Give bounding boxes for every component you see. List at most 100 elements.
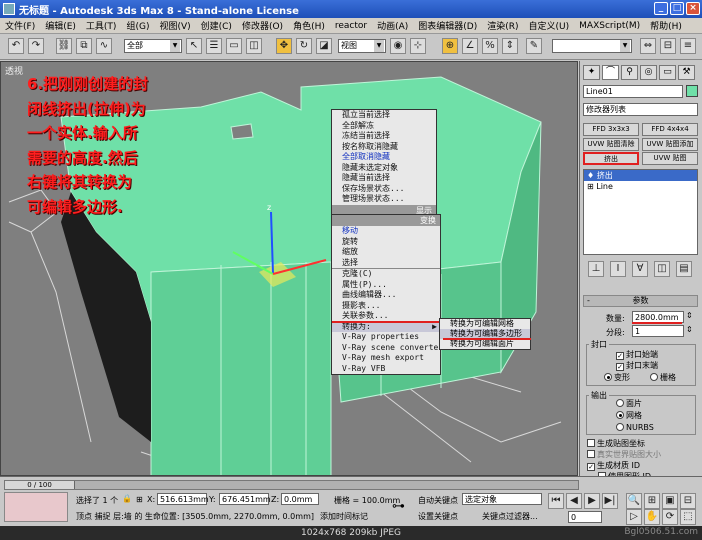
menu-item-manage-scene-states[interactable]: 管理场景状态... xyxy=(332,194,436,205)
snap-toggle-icon[interactable]: ⊕ xyxy=(442,38,458,54)
real-world-map-checkbox[interactable]: 真实世界贴图大小 xyxy=(587,450,661,460)
menu-item-rotate[interactable]: 旋转 xyxy=(332,237,440,248)
window-crossing-icon[interactable]: ◫ xyxy=(246,38,262,54)
object-name-field[interactable]: Line01 xyxy=(583,85,683,98)
morph-radio[interactable]: 变形 xyxy=(604,373,630,383)
cap-start-checkbox[interactable]: ✓ 封口始端 xyxy=(616,350,658,360)
menu-modifiers[interactable]: 修改器(O) xyxy=(237,19,288,32)
menu-views[interactable]: 视图(V) xyxy=(154,19,195,32)
maximize-button[interactable]: □ xyxy=(670,2,684,15)
menu-create[interactable]: 创建(C) xyxy=(196,19,237,32)
uvw-map-add-button[interactable]: UVW 贴图添加 xyxy=(642,138,698,151)
bind-space-warp-icon[interactable]: ∿ xyxy=(96,38,112,54)
zoom-icon[interactable]: 🔍 xyxy=(626,493,642,509)
gen-material-id-checkbox[interactable]: ✓ 生成材质 ID xyxy=(587,461,640,471)
stack-item-line[interactable]: ⊞ Line xyxy=(584,181,697,192)
rotate-icon[interactable]: ↻ xyxy=(296,38,312,54)
grid-radio[interactable]: 栅格 xyxy=(650,373,676,383)
menu-item-convert-patch[interactable]: 转换为可编辑面片 xyxy=(440,339,530,349)
output-nurbs-radio[interactable]: NURBS xyxy=(616,423,654,433)
undo-icon[interactable]: ↶ xyxy=(8,38,24,54)
pin-stack-icon[interactable]: ⊥ xyxy=(588,261,604,277)
play-icon[interactable]: ▶ xyxy=(584,493,600,509)
menu-edit[interactable]: 编辑(E) xyxy=(40,19,81,32)
cap-end-checkbox[interactable]: ✓ 封口末端 xyxy=(616,361,658,371)
show-end-result-icon[interactable]: Ⅰ xyxy=(610,261,626,277)
fov-icon[interactable]: ▷ xyxy=(626,509,642,525)
menu-group[interactable]: 组(G) xyxy=(121,19,154,32)
key-filters-button[interactable]: 关键点过滤器... xyxy=(482,511,538,522)
spinner-snap-icon[interactable]: ⇕ xyxy=(502,38,518,54)
ffd-444-button[interactable]: FFD 4x4x4 xyxy=(642,123,698,136)
named-selection-dropdown[interactable] xyxy=(552,39,632,53)
maximize-viewport-icon[interactable]: ⬚ xyxy=(680,509,696,525)
menu-item-dope-sheet[interactable]: 摄影表... xyxy=(332,301,440,312)
absolute-mode-icon[interactable]: ⊞ xyxy=(136,495,143,504)
menu-item-scale[interactable]: 缩放 xyxy=(332,247,440,258)
uvw-map-button[interactable]: UVW 贴图 xyxy=(642,152,698,165)
move-icon[interactable]: ✥ xyxy=(276,38,292,54)
minimize-button[interactable]: _ xyxy=(654,2,668,15)
extrude-button[interactable]: 挤出 xyxy=(583,152,639,165)
time-slider-thumb[interactable]: 0 / 100 xyxy=(5,481,75,489)
menu-rendering[interactable]: 渲染(R) xyxy=(482,19,523,32)
menu-item-unfreeze-all[interactable]: 全部解冻 xyxy=(332,121,436,132)
menu-help[interactable]: 帮助(H) xyxy=(645,19,687,32)
zoom-extents-icon[interactable]: ▣ xyxy=(662,493,678,509)
menu-item-convert-mesh[interactable]: 转换为可编辑网格 xyxy=(440,319,530,329)
menu-reactor[interactable]: reactor xyxy=(330,21,372,31)
utilities-tab-icon[interactable]: ⚒ xyxy=(678,65,695,80)
menu-item-wire-parameters[interactable]: 关联参数... xyxy=(332,311,440,322)
pivot-icon[interactable]: ◉ xyxy=(390,38,406,54)
y-coord-field[interactable]: 676.451mm xyxy=(219,493,271,505)
add-time-tag[interactable]: 添加时间标记 xyxy=(320,511,368,522)
motion-tab-icon[interactable]: ◎ xyxy=(640,65,657,80)
manipulate-icon[interactable]: ⊹ xyxy=(410,38,426,54)
display-tab-icon[interactable]: ▭ xyxy=(659,65,676,80)
remove-modifier-icon[interactable]: ◫ xyxy=(654,261,670,277)
time-slider[interactable]: 0 / 100 xyxy=(4,480,579,490)
modifier-list-dropdown[interactable]: 修改器列表 xyxy=(583,103,698,116)
selection-filter-dropdown[interactable]: 全部 xyxy=(124,39,182,53)
go-to-start-icon[interactable]: ⏮ xyxy=(548,493,564,509)
menu-item-hide-selection[interactable]: 隐藏当前选择 xyxy=(332,173,436,184)
menu-animation[interactable]: 动画(A) xyxy=(372,19,413,32)
object-color-swatch[interactable] xyxy=(686,85,698,97)
configure-sets-icon[interactable]: ▤ xyxy=(676,261,692,277)
mirror-icon[interactable]: ⇔ xyxy=(640,38,656,54)
menu-item-properties[interactable]: 属性(P)... xyxy=(332,280,440,291)
lock-selection-icon[interactable]: 🔒 xyxy=(122,494,132,503)
output-mesh-radio[interactable]: 网格 xyxy=(616,411,642,421)
menu-character[interactable]: 角色(H) xyxy=(288,19,330,32)
menu-item-vray-mesh-export[interactable]: V-Ray mesh export xyxy=(332,353,440,364)
parameters-rollout-header[interactable]: - 参数 xyxy=(583,295,698,307)
make-unique-icon[interactable]: ∀ xyxy=(632,261,648,277)
auto-key-button[interactable]: 自动关键点 xyxy=(418,495,458,506)
modify-tab-icon[interactable]: ⌒ xyxy=(602,65,619,80)
segments-spinner-icon[interactable]: ⇕ xyxy=(686,325,693,334)
next-frame-icon[interactable]: ▶| xyxy=(602,493,618,509)
z-coord-field[interactable]: 0.0mm xyxy=(281,493,319,505)
menu-item-vray-properties[interactable]: V-Ray properties xyxy=(332,332,440,343)
menu-item-vray-scene-converter[interactable]: V-Ray scene converter xyxy=(332,343,443,354)
menu-graph-editors[interactable]: 图表编辑器(D) xyxy=(413,19,482,32)
menu-item-hide-unselected[interactable]: 隐藏未选定对象 xyxy=(332,163,436,174)
ffd-333-button[interactable]: FFD 3x3x3 xyxy=(583,123,639,136)
segments-input[interactable]: 1 xyxy=(632,325,684,337)
pan-icon[interactable]: ✋ xyxy=(644,509,660,525)
set-key-button[interactable]: 设置关键点 xyxy=(418,511,458,522)
stack-item-extrude[interactable]: ♦ 挤出 xyxy=(584,170,697,181)
scale-icon[interactable]: ◪ xyxy=(316,38,332,54)
zoom-all-icon[interactable]: ⊞ xyxy=(644,493,660,509)
maxscript-listener[interactable] xyxy=(4,492,68,522)
menu-tools[interactable]: 工具(T) xyxy=(81,19,122,32)
select-by-name-icon[interactable]: ☰ xyxy=(206,38,222,54)
output-patch-radio[interactable]: 面片 xyxy=(616,399,642,409)
angle-snap-icon[interactable]: ∠ xyxy=(462,38,478,54)
close-button[interactable]: × xyxy=(686,2,700,15)
perspective-viewport[interactable]: 透视 z 6.把刚刚创建的封 闭线挤出(拉伸)为 一个实体.输入所 需要的高度.… xyxy=(0,61,578,476)
selected-dropdown[interactable]: 选定对象 xyxy=(462,493,542,505)
menu-file[interactable]: 文件(F) xyxy=(0,19,40,32)
menu-item-convert-to[interactable]: 转换为: ▶ xyxy=(332,321,440,332)
uvw-map-clear-button[interactable]: UVW 贴图清除 xyxy=(583,138,639,151)
